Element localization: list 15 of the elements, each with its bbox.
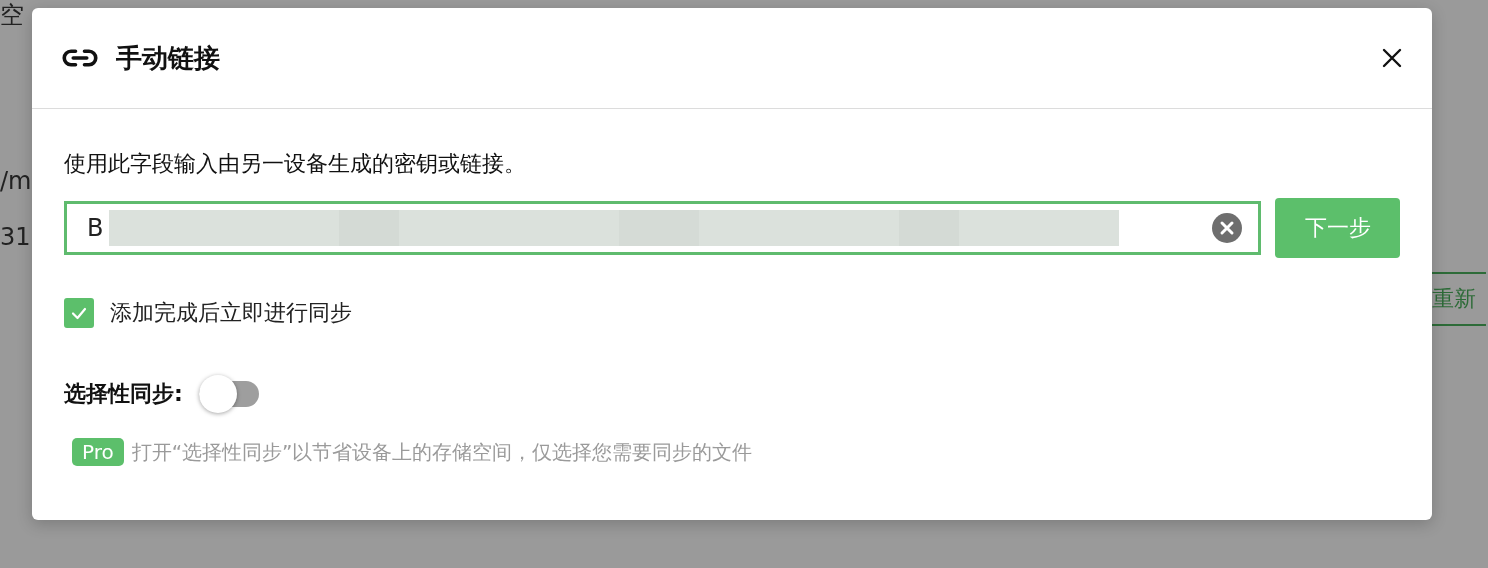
next-button[interactable]: 下一步	[1275, 198, 1400, 258]
background-text: 空	[0, 0, 24, 30]
dialog-title: 手动链接	[116, 41, 221, 75]
hint-text: 打开“选择性同步”以节省设备上的存储空间，仅选择您需要同步的文件	[131, 438, 753, 466]
key-input-field[interactable]: B	[64, 201, 1261, 255]
toggle-label: 选择性同步:	[64, 380, 183, 408]
pro-badge: Pro	[72, 438, 124, 466]
background-text: 31	[0, 222, 31, 252]
background-text: /m	[0, 166, 32, 196]
checkbox[interactable]	[64, 298, 94, 328]
clear-icon[interactable]	[1212, 213, 1242, 243]
link-icon	[62, 49, 98, 67]
close-icon[interactable]	[1382, 48, 1402, 68]
instruction-text: 使用此字段输入由另一设备生成的密钥或链接。	[64, 150, 527, 178]
checkbox-label: 添加完成后立即进行同步	[110, 299, 352, 327]
